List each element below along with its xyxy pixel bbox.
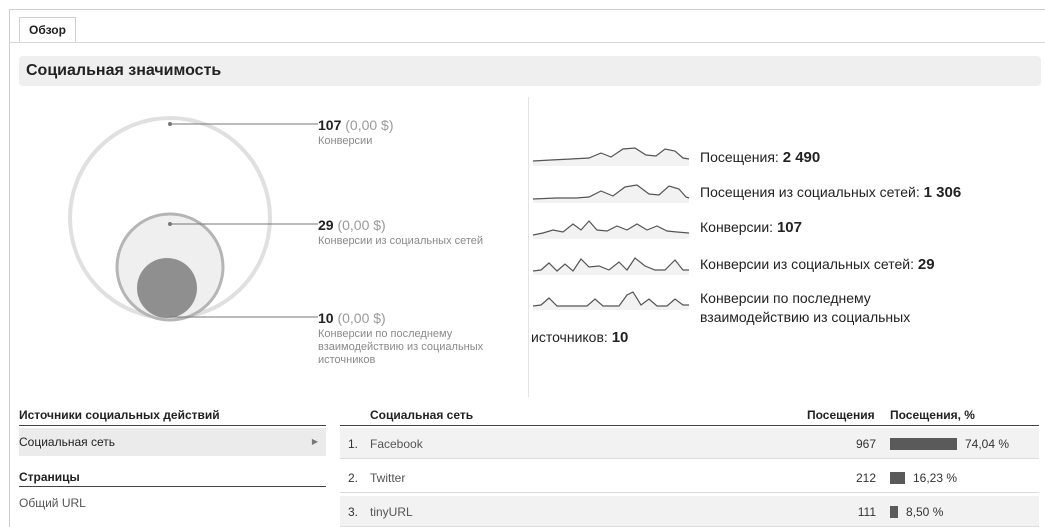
venn-amount: (0,00 $) [337, 217, 386, 233]
row-share-bar [890, 472, 905, 484]
venn-count: 107 [318, 117, 342, 133]
heading-social-sources: Источники социальных действий [19, 408, 220, 422]
row-number: 2. [348, 471, 359, 485]
row-number: 3. [348, 505, 359, 519]
row-percent: 8,50 % [906, 505, 944, 519]
metric-value: 10 [611, 329, 629, 346]
table-header-divider [340, 425, 1039, 426]
venn-caption: Конверсии [318, 135, 373, 147]
table-row[interactable]: 3. tinyURL 111 8,50 % [340, 496, 1039, 527]
row-visits: 111 [857, 505, 876, 519]
sparkline-social-conversions [532, 257, 689, 275]
venn-count: 10 [318, 310, 334, 326]
chevron-right-icon: ▶ [311, 437, 318, 446]
table-row[interactable]: 1. Facebook 967 74,04 % [340, 428, 1039, 459]
table-row[interactable]: 2. Twitter 212 16,23 % [340, 462, 1039, 493]
metric-visits: Посещения: 2 490 [700, 149, 820, 166]
leader-dot-1 [168, 122, 172, 126]
left-item-social-network[interactable]: Социальная сеть ▶ [19, 428, 326, 456]
metric-label: Конверсии по последнему взаимодействию и… [700, 290, 911, 325]
metric-label: Конверсии из социальных сетей: [700, 256, 918, 272]
vertical-divider [528, 97, 529, 397]
heading-pages: Страницы [19, 470, 80, 484]
venn-amount: (0,00 $) [337, 310, 386, 326]
venn-label-last-interaction: 10 (0,00 $) Конверсии по последнему взаи… [318, 310, 508, 367]
metric-social-visits: Посещения из социальных сетей: 1 306 [700, 184, 961, 201]
row-percent: 74,04 % [965, 437, 1010, 451]
metric-last-interaction-cont: источников: 10 [531, 329, 628, 346]
sparkline-conversions [532, 220, 690, 239]
row-network-name[interactable]: tinyURL [370, 505, 413, 519]
metric-label: Посещения: [700, 149, 783, 165]
col-header-pct[interactable]: Посещения, % [890, 408, 975, 422]
row-number: 1. [348, 437, 359, 451]
row-visits: 967 [855, 437, 876, 451]
metric-label: источников: [531, 329, 612, 345]
divider [19, 486, 326, 487]
row-network-name[interactable]: Facebook [370, 437, 423, 451]
metric-conversions: Конверсии: 107 [700, 219, 802, 236]
left-item-shared-url[interactable]: Общий URL [19, 489, 326, 517]
circle-last-interaction [137, 258, 197, 318]
left-item-label: Социальная сеть [19, 435, 115, 449]
divider [19, 425, 326, 426]
left-item-label: Общий URL [19, 496, 86, 510]
metric-value: 107 [776, 219, 802, 236]
metric-last-interaction: Конверсии по последнему взаимодействию и… [700, 289, 960, 327]
venn-caption: Конверсии по последнему взаимодействию и… [318, 328, 484, 366]
sparkline-visits [532, 147, 690, 166]
venn-caption: Конверсии из социальных сетей [318, 235, 484, 247]
metric-value: 2 490 [782, 149, 821, 166]
row-visits: 212 [855, 471, 876, 485]
leader-dot-2 [168, 222, 172, 226]
venn-label-social-conversions: 29 (0,00 $) Конверсии из социальных сете… [318, 217, 483, 248]
metric-social-conversions: Конверсии из социальных сетей: 29 [700, 256, 935, 273]
venn-label-conversions: 107 (0,00 $) Конверсии [318, 117, 394, 148]
metric-value: 29 [917, 256, 935, 273]
row-share-bar [890, 438, 957, 450]
venn-amount: (0,00 $) [345, 117, 394, 133]
sparkline-social-visits [532, 184, 690, 203]
col-header-network[interactable]: Социальная сеть [370, 408, 473, 422]
sparkline-last-interaction [532, 291, 689, 310]
row-percent: 16,23 % [913, 471, 958, 485]
venn-count: 29 [318, 217, 334, 233]
row-share-bar [890, 506, 898, 518]
metric-label: Посещения из социальных сетей: [700, 184, 924, 200]
row-network-name[interactable]: Twitter [370, 471, 405, 485]
metric-label: Конверсии: [700, 219, 777, 235]
metric-value: 1 306 [923, 184, 962, 201]
col-header-visits[interactable]: Посещения [807, 408, 875, 422]
